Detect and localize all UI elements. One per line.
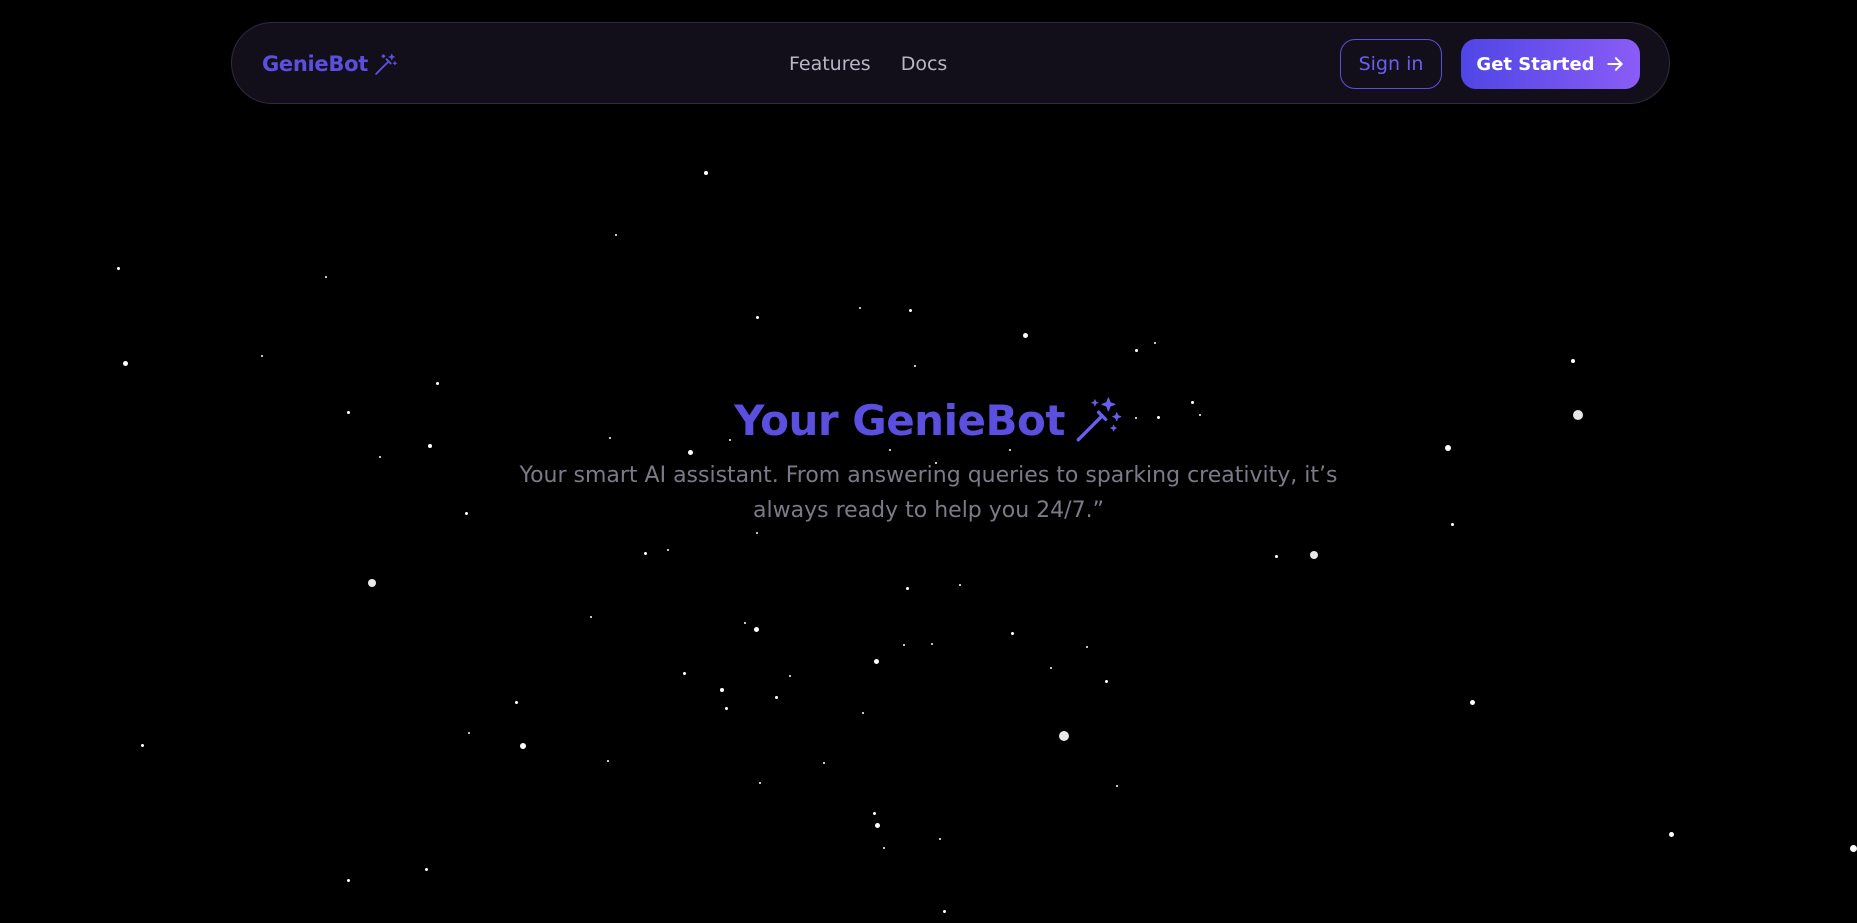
star xyxy=(590,616,592,618)
star xyxy=(704,171,708,175)
star xyxy=(744,622,746,624)
brand-logo[interactable]: GenieBot xyxy=(262,23,398,105)
star xyxy=(872,811,876,815)
star xyxy=(759,782,761,784)
star xyxy=(905,586,909,590)
star xyxy=(116,266,120,270)
star xyxy=(514,700,518,704)
star xyxy=(874,822,880,828)
navbar: GenieBot Features Docs Sign in Get Start… xyxy=(231,22,1670,104)
star xyxy=(643,551,647,555)
star xyxy=(942,909,946,913)
star xyxy=(883,847,885,849)
hero-title: Your GenieBot xyxy=(734,390,1123,450)
star xyxy=(682,671,686,675)
star xyxy=(755,315,759,319)
star xyxy=(1134,348,1138,352)
arrow-right-icon xyxy=(1605,54,1625,74)
star xyxy=(1116,785,1118,787)
star xyxy=(140,743,144,747)
page: GenieBot Features Docs Sign in Get Start… xyxy=(0,0,1857,923)
star xyxy=(346,878,350,882)
star xyxy=(774,695,778,699)
star xyxy=(1050,667,1052,669)
star xyxy=(931,643,933,645)
star xyxy=(1010,631,1014,635)
star xyxy=(908,308,912,312)
star xyxy=(1059,731,1069,741)
star xyxy=(724,706,728,710)
get-started-label: Get Started xyxy=(1476,53,1595,75)
hero-title-text: Your GenieBot xyxy=(734,395,1065,445)
get-started-button[interactable]: Get Started xyxy=(1461,39,1640,89)
star xyxy=(1849,844,1857,852)
magic-wand-icon xyxy=(373,52,398,77)
star xyxy=(1571,359,1575,363)
star xyxy=(368,579,376,587)
brand-name: GenieBot xyxy=(262,52,368,76)
star xyxy=(1469,699,1475,705)
star xyxy=(1274,554,1278,558)
star xyxy=(959,584,961,586)
star xyxy=(873,658,879,664)
star xyxy=(615,234,617,236)
star xyxy=(424,867,428,871)
nav-link-features[interactable]: Features xyxy=(789,53,871,75)
magic-wand-sparkles-icon xyxy=(1073,395,1123,445)
star xyxy=(753,626,759,632)
star xyxy=(468,732,470,734)
star xyxy=(859,307,861,309)
star xyxy=(607,760,609,762)
star xyxy=(720,688,724,692)
star xyxy=(435,381,439,385)
star xyxy=(862,712,864,714)
star xyxy=(1668,831,1674,837)
star xyxy=(939,838,941,840)
star xyxy=(1086,646,1088,648)
star xyxy=(520,743,526,749)
star xyxy=(823,762,825,764)
star xyxy=(914,365,916,367)
hero-section: Your GenieBot Your smart AI assistant. F… xyxy=(0,390,1857,528)
star xyxy=(261,355,263,357)
star xyxy=(1104,679,1108,683)
star xyxy=(1310,551,1318,559)
star xyxy=(1154,342,1156,344)
star xyxy=(667,549,669,551)
nav-link-docs[interactable]: Docs xyxy=(901,53,948,75)
star xyxy=(903,644,905,646)
nav-links: Features Docs xyxy=(789,23,947,105)
star xyxy=(122,360,128,366)
star xyxy=(1022,332,1028,338)
star xyxy=(325,276,327,278)
sign-in-button[interactable]: Sign in xyxy=(1340,39,1442,89)
hero-subtitle: Your smart AI assistant. From answering … xyxy=(519,463,1338,523)
star xyxy=(756,532,758,534)
star xyxy=(789,675,791,677)
